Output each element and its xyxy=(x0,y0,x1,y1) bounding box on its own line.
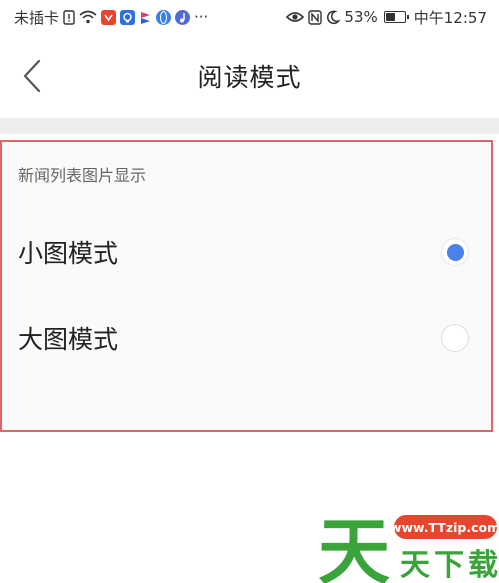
page-title: 阅读模式 xyxy=(197,63,302,92)
eye-icon xyxy=(286,10,305,24)
battery-icon xyxy=(383,11,409,23)
carrier-text: 未插卡 xyxy=(14,8,60,27)
app-flag-icon xyxy=(139,10,152,25)
watermark-logo: 天 www.TTzip.com 天下载 xyxy=(316,505,499,583)
radio-selected-icon[interactable] xyxy=(441,238,469,266)
status-bar-right: 53% 中午12:57 xyxy=(286,7,487,28)
watermark-logo-char: 天 xyxy=(318,510,390,583)
more-notifications-text: ··· xyxy=(194,8,209,26)
app-music-icon xyxy=(175,9,191,25)
app-red-icon xyxy=(101,9,117,25)
clock-text: 中午12:57 xyxy=(413,8,487,27)
chevron-left-icon xyxy=(23,59,41,93)
moon-icon xyxy=(326,10,341,25)
watermark-brand: 天下载 xyxy=(400,548,499,583)
section-label: 新闻列表图片显示 xyxy=(18,166,147,185)
option-large-image-mode[interactable]: 大图模式 xyxy=(2,310,491,366)
app-blue-icon xyxy=(120,9,136,25)
status-bar: 未插卡 ··· 53% 中午12:57 xyxy=(0,0,499,34)
status-bar-left: 未插卡 ··· xyxy=(14,7,208,28)
option-label: 大图模式 xyxy=(18,325,119,354)
wifi-icon xyxy=(79,10,97,24)
section-divider xyxy=(0,118,499,134)
back-button[interactable] xyxy=(14,56,50,96)
option-small-image-mode[interactable]: 小图模式 xyxy=(2,224,491,280)
battery-percent-text: 53% xyxy=(344,8,378,26)
sim-alert-icon xyxy=(63,9,75,25)
app-header: 阅读模式 xyxy=(0,34,499,118)
image-display-settings-panel: 新闻列表图片显示 小图模式 大图模式 xyxy=(0,140,493,432)
app-globe-icon xyxy=(156,9,172,25)
radio-dot xyxy=(446,243,464,261)
watermark-url: www.TTzip.com xyxy=(390,520,499,535)
option-label: 小图模式 xyxy=(18,239,119,268)
radio-unselected-icon[interactable] xyxy=(441,324,469,352)
nfc-icon xyxy=(308,9,323,25)
battery-level-fill xyxy=(385,13,395,21)
